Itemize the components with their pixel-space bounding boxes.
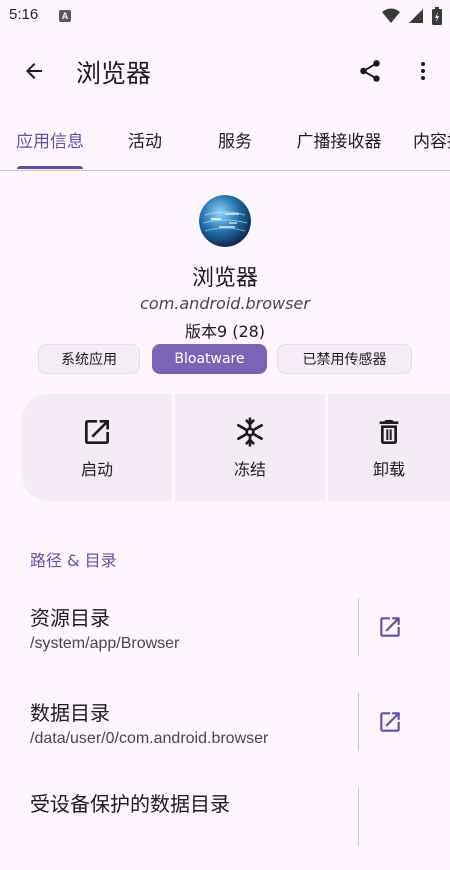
launch-button[interactable]: 启动 <box>22 394 172 501</box>
tab-activities[interactable]: 活动 <box>100 108 190 170</box>
row-subtitle: /data/user/0/com.android.browser <box>30 730 269 747</box>
row-divider <box>358 598 359 656</box>
tab-providers[interactable]: 内容提 <box>398 108 450 170</box>
status-bar: 5:16 A <box>0 0 450 32</box>
signal-icon <box>409 9 423 23</box>
row-title: 受设备保护的数据目录 <box>30 792 230 816</box>
status-time: 5:16 <box>9 6 39 23</box>
tab-indicator <box>17 166 83 169</box>
tag-system-app[interactable]: 系统应用 <box>38 344 140 374</box>
tab-app-info[interactable]: 应用信息 <box>0 108 100 170</box>
trash-icon <box>379 419 399 444</box>
app-icon <box>199 195 251 247</box>
tag-bloatware[interactable]: Bloatware <box>152 344 267 374</box>
open-external-icon <box>85 419 109 444</box>
tab-services[interactable]: 服务 <box>190 108 280 170</box>
list-item-data-dir[interactable]: 数据目录 /data/user/0/com.android.browser <box>0 685 450 775</box>
row-subtitle: /system/app/Browser <box>30 635 180 652</box>
open-external-icon <box>380 617 400 637</box>
share-icon <box>360 60 380 82</box>
version-text: 版本9 (28) <box>184 322 266 341</box>
open-external-icon <box>380 712 400 732</box>
uninstall-label: 卸载 <box>372 459 405 479</box>
more-vert-icon <box>421 62 425 80</box>
open-source-dir-button[interactable] <box>372 609 408 645</box>
notification-icon: A <box>59 10 71 22</box>
open-data-dir-button[interactable] <box>372 704 408 740</box>
tab-receivers[interactable]: 广播接收器 <box>280 108 398 170</box>
arrow-back-icon <box>26 63 42 79</box>
freeze-label: 冻结 <box>233 459 266 479</box>
list-item-protected-data-dir[interactable]: 受设备保护的数据目录 <box>0 780 450 870</box>
package-name: com.android.browser <box>140 294 310 313</box>
row-divider <box>358 788 359 846</box>
launch-label: 启动 <box>80 459 113 479</box>
back-button[interactable] <box>14 51 54 91</box>
row-title: 资源目录 <box>30 606 110 630</box>
globe-icon <box>199 195 251 247</box>
more-options-button[interactable] <box>403 51 443 91</box>
tab-bar: 应用信息 活动 服务 广播接收器 内容提 <box>0 108 450 171</box>
battery-icon <box>432 7 442 25</box>
uninstall-button[interactable]: 卸载 <box>328 394 450 501</box>
snowflake-icon <box>237 416 263 447</box>
row-divider <box>358 693 359 751</box>
wifi-icon <box>382 8 400 23</box>
app-bar: 浏览器 <box>0 32 450 108</box>
app-name: 浏览器 <box>191 266 258 291</box>
share-button[interactable] <box>350 51 390 91</box>
section-title-paths: 路径 & 目录 <box>30 551 117 570</box>
action-row: 启动 冻结 卸载 <box>22 394 450 501</box>
list-item-source-dir[interactable]: 资源目录 /system/app/Browser <box>0 590 450 680</box>
tag-sensors-disabled[interactable]: 已禁用传感器 <box>277 344 412 374</box>
page-title: 浏览器 <box>76 59 152 88</box>
row-title: 数据目录 <box>30 701 110 725</box>
status-icons <box>382 7 442 25</box>
freeze-button[interactable]: 冻结 <box>175 394 325 501</box>
